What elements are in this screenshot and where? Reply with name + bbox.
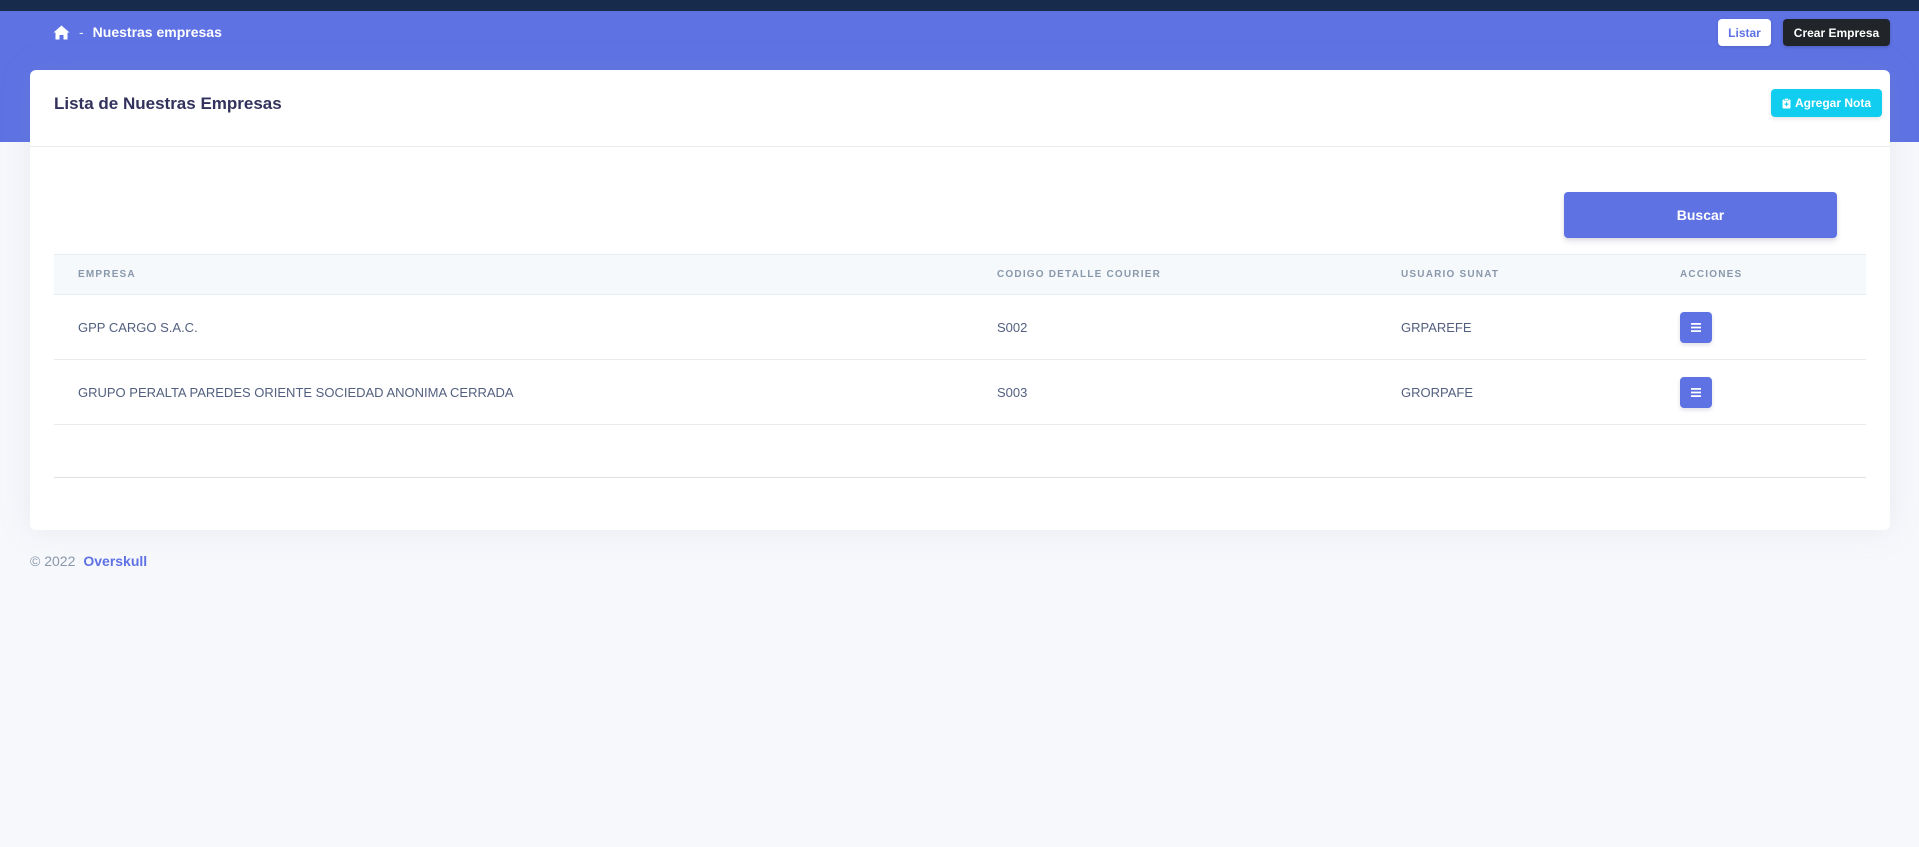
buscar-button[interactable]: Buscar	[1564, 192, 1837, 238]
card-title: Lista de Nuestras Empresas	[54, 94, 282, 113]
column-header-usuario: USUARIO SUNAT	[1401, 269, 1500, 280]
crear-empresa-button[interactable]: Crear Empresa	[1783, 19, 1890, 46]
clipboard-plus-icon	[1782, 97, 1791, 109]
cell-codigo: S003	[997, 385, 1028, 400]
column-header-codigo: CODIGO DETALLE COURIER	[997, 269, 1161, 280]
brand-link[interactable]: Overskull	[83, 553, 147, 569]
home-icon[interactable]	[53, 25, 70, 40]
breadcrumb-separator: -	[79, 24, 84, 40]
table-row: GRUPO PERALTA PAREDES ORIENTE SOCIEDAD A…	[54, 360, 1866, 425]
table-footer-divider	[54, 477, 1866, 478]
agregar-nota-label: Agregar Nota	[1794, 96, 1871, 110]
column-header-empresa: EMPRESA	[78, 269, 136, 280]
row-actions-button[interactable]	[1680, 377, 1712, 408]
cell-usuario: GRORPAFE	[1401, 385, 1473, 400]
page-footer: © 2022 Overskull	[30, 553, 147, 569]
table-header: EMPRESA CODIGO DETALLE COURIER USUARIO S…	[54, 254, 1866, 295]
cell-usuario: GRPAREFE	[1401, 320, 1472, 335]
cell-codigo: S002	[997, 320, 1028, 335]
breadcrumb: - Nuestras empresas	[53, 21, 222, 43]
row-actions-button[interactable]	[1680, 312, 1712, 343]
card-header: Lista de Nuestras Empresas Agregar Nota	[30, 70, 1890, 147]
listar-button[interactable]: Listar	[1718, 19, 1771, 46]
bars-icon	[1691, 388, 1701, 397]
cell-empresa: GRUPO PERALTA PAREDES ORIENTE SOCIEDAD A…	[78, 385, 514, 400]
cell-empresa: GPP CARGO S.A.C.	[78, 320, 198, 335]
bars-icon	[1691, 323, 1701, 332]
breadcrumb-current: Nuestras empresas	[92, 24, 222, 40]
empresas-table: EMPRESA CODIGO DETALLE COURIER USUARIO S…	[54, 254, 1866, 425]
table-row: GPP CARGO S.A.C. S002 GRPAREFE	[54, 295, 1866, 360]
empresas-card: Lista de Nuestras Empresas Agregar Nota …	[30, 70, 1890, 530]
agregar-nota-button[interactable]: Agregar Nota	[1771, 89, 1882, 117]
copyright-text: © 2022	[30, 553, 76, 569]
top-strip	[0, 0, 1919, 11]
column-header-acciones: ACCIONES	[1680, 269, 1743, 280]
